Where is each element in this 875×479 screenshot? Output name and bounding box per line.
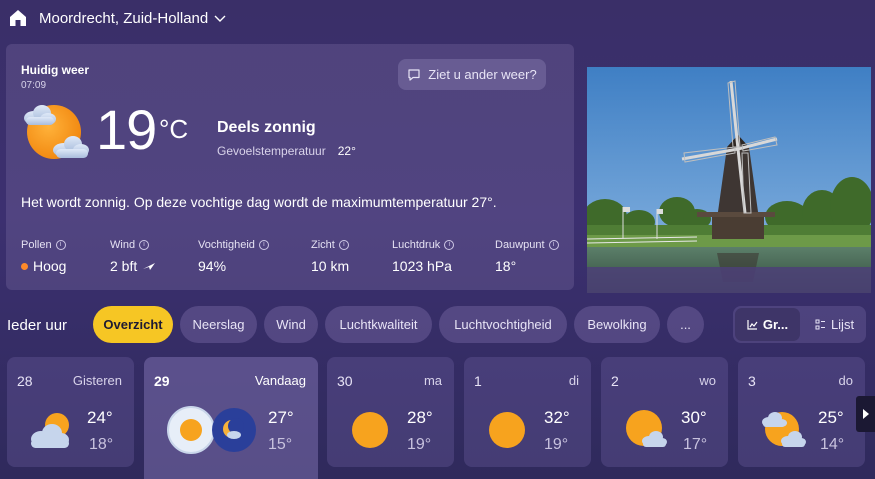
- list-view-label: Lijst: [830, 317, 855, 332]
- metric-value: 94%: [198, 258, 227, 274]
- low-temp: 19°: [407, 436, 432, 453]
- day-card-30[interactable]: 30 ma 28° 19°: [327, 357, 454, 467]
- feedback-label: Ziet u ander weer?: [428, 67, 537, 82]
- feels-like-label: Gevoelstemperatuur: [217, 144, 326, 158]
- metric-pollen: Pollen i Hoog: [21, 238, 66, 274]
- day-number: 2: [611, 373, 619, 389]
- info-icon[interactable]: i: [548, 240, 559, 250]
- tab-overzicht[interactable]: Overzicht: [93, 306, 173, 343]
- current-temperature: 19: [96, 98, 157, 161]
- metric-value: 1023 hPa: [392, 258, 452, 274]
- metric-value: 18°: [495, 258, 517, 274]
- graph-view-button[interactable]: Gr...: [735, 308, 800, 341]
- tab-bewolking[interactable]: Bewolking: [574, 306, 660, 343]
- day-label: wo: [699, 373, 716, 388]
- mostly-sunny-icon: [626, 410, 667, 447]
- tab-neerslag[interactable]: Neerslag: [180, 306, 257, 343]
- metric-value: Hoog: [33, 258, 67, 274]
- more-tabs-button[interactable]: ...: [667, 306, 704, 343]
- metric-pressure: Luchtdruk i 1023 hPa: [392, 238, 455, 274]
- day-label: Vandaag: [254, 373, 306, 388]
- low-temp: 18°: [89, 436, 114, 453]
- location-name: Moordrecht, Zuid-Holland: [39, 10, 209, 27]
- graph-view-label: Gr...: [762, 317, 789, 332]
- partly-cloudy-icon: [31, 413, 69, 448]
- low-temp: 15°: [268, 436, 293, 453]
- day-card-3[interactable]: 3 do 25° 14°: [738, 357, 865, 467]
- metric-value: 2 bft: [110, 258, 138, 274]
- windmill-photo: [587, 67, 871, 293]
- day-number: 3: [748, 373, 756, 389]
- metric-label: Vochtigheid: [198, 239, 255, 251]
- tab-luchtvochtigheid[interactable]: Luchtvochtigheid: [439, 306, 567, 343]
- partly-cloudy-icon: [762, 412, 806, 447]
- view-toggle: Gr... Lijst: [733, 306, 866, 343]
- info-icon[interactable]: i: [55, 240, 66, 250]
- metric-value: 10 km: [311, 258, 350, 274]
- day-card-29[interactable]: 29 Vandaag 27° 15°: [144, 357, 318, 479]
- info-icon[interactable]: i: [338, 240, 349, 250]
- metric-humidity: Vochtigheid i 94%: [198, 238, 269, 274]
- sunny-icon: [352, 412, 388, 448]
- chart-icon: [747, 320, 758, 330]
- feels-like: Gevoelstemperatuur 22°: [217, 144, 356, 158]
- feedback-button[interactable]: Ziet u ander weer?: [398, 59, 546, 90]
- day-number: 30: [337, 373, 353, 389]
- wind-direction-icon: [143, 263, 156, 270]
- day-number: 28: [17, 373, 33, 389]
- current-condition: Deels zonnig: [217, 119, 316, 136]
- day-label: do: [838, 373, 853, 388]
- info-icon[interactable]: i: [139, 240, 150, 250]
- current-weather-card: Huidig weer 07:09 Ziet u ander weer? 19 …: [6, 44, 574, 290]
- pollen-level-indicator: [21, 262, 28, 270]
- high-temp: 27°: [268, 408, 294, 427]
- high-temp: 24°: [87, 408, 113, 427]
- home-icon[interactable]: [8, 8, 28, 28]
- temperature-unit-toggle[interactable]: °C: [159, 114, 188, 145]
- location-selector[interactable]: Moordrecht, Zuid-Holland: [39, 10, 226, 27]
- day-label: ma: [423, 373, 442, 388]
- list-view-button[interactable]: Lijst: [803, 306, 866, 343]
- sun-and-moon-icon: [167, 406, 256, 454]
- metric-visibility: Zicht i 10 km: [311, 238, 349, 274]
- metric-label: Dauwpunt: [495, 239, 545, 251]
- metric-label: Pollen: [21, 239, 52, 251]
- low-temp: 17°: [683, 436, 708, 453]
- current-weather-title: Huidig weer: [21, 63, 90, 77]
- chat-bubble-icon: [408, 68, 420, 81]
- chevron-down-icon: [214, 15, 226, 22]
- scroll-right-button[interactable]: [856, 396, 875, 432]
- day-label: di: [568, 373, 579, 388]
- sunny-icon: [489, 412, 525, 448]
- day-card-1[interactable]: 1 di 32° 19°: [464, 357, 591, 467]
- metric-label: Wind: [110, 239, 136, 251]
- metric-label: Luchtdruk: [392, 239, 441, 251]
- feels-like-value: 22°: [337, 144, 356, 158]
- current-weather-time: 07:09: [21, 80, 47, 91]
- list-icon: [815, 319, 825, 330]
- day-number: 1: [474, 373, 482, 389]
- info-icon[interactable]: i: [258, 240, 269, 250]
- tab-wind[interactable]: Wind: [264, 306, 318, 343]
- high-temp: 25°: [818, 408, 844, 427]
- info-icon[interactable]: i: [444, 240, 455, 250]
- high-temp: 30°: [681, 408, 707, 427]
- metric-dewpoint: Dauwpunt i 18°: [495, 238, 559, 274]
- low-temp: 19°: [544, 436, 569, 453]
- day-label: Gisteren: [72, 373, 122, 388]
- day-card-2[interactable]: 2 wo 30° 17°: [601, 357, 728, 467]
- partly-sunny-icon: [24, 105, 89, 159]
- weather-summary: Het wordt zonnig. Op deze vochtige dag w…: [21, 194, 497, 210]
- tab-luchtkwaliteit[interactable]: Luchtkwaliteit: [325, 306, 432, 343]
- high-temp: 32°: [544, 408, 570, 427]
- chevron-right-icon: [863, 409, 869, 419]
- day-number: 29: [154, 373, 170, 389]
- high-temp: 28°: [407, 408, 433, 427]
- metric-wind: Wind i 2 bft: [110, 238, 156, 274]
- metric-label: Zicht: [311, 239, 335, 251]
- day-card-28[interactable]: 28 Gisteren 24° 18°: [7, 357, 134, 467]
- section-label: Ieder uur: [7, 317, 68, 334]
- low-temp: 14°: [820, 436, 845, 453]
